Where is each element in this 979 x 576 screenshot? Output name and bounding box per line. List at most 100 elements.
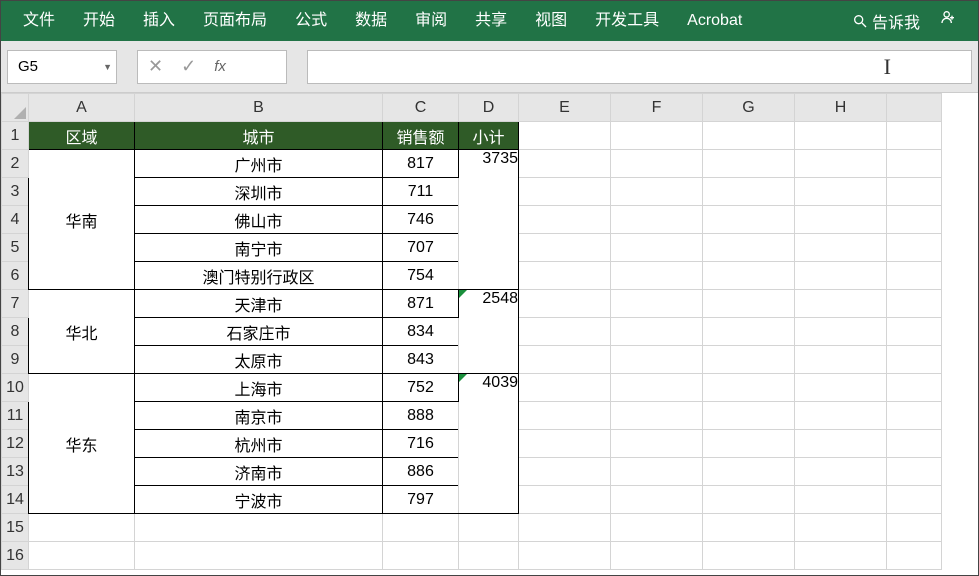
- cell-E13[interactable]: [519, 458, 611, 486]
- cell-B2[interactable]: 广州市: [135, 150, 383, 178]
- cell-G12[interactable]: [703, 430, 795, 458]
- cell-C5[interactable]: 707: [383, 234, 459, 262]
- col-header-F[interactable]: F: [611, 94, 703, 122]
- row-header-3[interactable]: 3: [2, 178, 29, 206]
- cell-E16[interactable]: [519, 542, 611, 570]
- cell-H6[interactable]: [795, 262, 887, 290]
- col-header-H[interactable]: H: [795, 94, 887, 122]
- cell-I9[interactable]: [887, 346, 942, 374]
- cell-H9[interactable]: [795, 346, 887, 374]
- cell-F4[interactable]: [611, 206, 703, 234]
- row-header-13[interactable]: 13: [2, 458, 29, 486]
- cell-I15[interactable]: [887, 514, 942, 542]
- col-header-B[interactable]: B: [135, 94, 383, 122]
- cell-E5[interactable]: [519, 234, 611, 262]
- row-header-12[interactable]: 12: [2, 430, 29, 458]
- cell-G2[interactable]: [703, 150, 795, 178]
- cell-E8[interactable]: [519, 318, 611, 346]
- row-header-5[interactable]: 5: [2, 234, 29, 262]
- cell-H5[interactable]: [795, 234, 887, 262]
- tab-share[interactable]: 共享: [461, 1, 521, 41]
- cell-I5[interactable]: [887, 234, 942, 262]
- row-header-8[interactable]: 8: [2, 318, 29, 346]
- col-header-A[interactable]: A: [29, 94, 135, 122]
- cell-A10[interactable]: 华东: [29, 374, 135, 514]
- row-header-6[interactable]: 6: [2, 262, 29, 290]
- tab-devtools[interactable]: 开发工具: [581, 1, 673, 41]
- cell-G10[interactable]: [703, 374, 795, 402]
- row-header-1[interactable]: 1: [2, 122, 29, 150]
- tab-file[interactable]: 文件: [9, 1, 69, 41]
- cell-E6[interactable]: [519, 262, 611, 290]
- cell-H8[interactable]: [795, 318, 887, 346]
- cell-D2[interactable]: 3735: [459, 150, 519, 290]
- cell-F6[interactable]: [611, 262, 703, 290]
- tab-layout[interactable]: 页面布局: [189, 1, 281, 41]
- cell-G9[interactable]: [703, 346, 795, 374]
- cell-G4[interactable]: [703, 206, 795, 234]
- cell-F13[interactable]: [611, 458, 703, 486]
- cell-B7[interactable]: 天津市: [135, 290, 383, 318]
- cell-F2[interactable]: [611, 150, 703, 178]
- cell-B11[interactable]: 南京市: [135, 402, 383, 430]
- cell-B12[interactable]: 杭州市: [135, 430, 383, 458]
- cell-C16[interactable]: [383, 542, 459, 570]
- cell-B1[interactable]: 城市: [135, 122, 383, 150]
- tell-me-search[interactable]: 告诉我: [846, 9, 926, 33]
- cell-A1[interactable]: 区域: [29, 122, 135, 150]
- tab-review[interactable]: 审阅: [401, 1, 461, 41]
- cell-C7[interactable]: 871: [383, 290, 459, 318]
- cell-H10[interactable]: [795, 374, 887, 402]
- cell-G16[interactable]: [703, 542, 795, 570]
- tab-formula[interactable]: 公式: [281, 1, 341, 41]
- row-header-14[interactable]: 14: [2, 486, 29, 514]
- cell-H16[interactable]: [795, 542, 887, 570]
- cell-E9[interactable]: [519, 346, 611, 374]
- cell-C8[interactable]: 834: [383, 318, 459, 346]
- cell-I8[interactable]: [887, 318, 942, 346]
- cell-B5[interactable]: 南宁市: [135, 234, 383, 262]
- cell-G15[interactable]: [703, 514, 795, 542]
- cell-D16[interactable]: [459, 542, 519, 570]
- cell-F8[interactable]: [611, 318, 703, 346]
- cell-E14[interactable]: [519, 486, 611, 514]
- col-header-C[interactable]: C: [383, 94, 459, 122]
- row-header-4[interactable]: 4: [2, 206, 29, 234]
- cell-C15[interactable]: [383, 514, 459, 542]
- name-box[interactable]: G5 ▼: [7, 50, 117, 84]
- cell-F7[interactable]: [611, 290, 703, 318]
- cell-I2[interactable]: [887, 150, 942, 178]
- cell-I3[interactable]: [887, 178, 942, 206]
- dropdown-icon[interactable]: ▼: [103, 62, 112, 72]
- cell-G11[interactable]: [703, 402, 795, 430]
- cell-C13[interactable]: 886: [383, 458, 459, 486]
- cancel-button[interactable]: ✕: [148, 56, 163, 77]
- cell-B15[interactable]: [135, 514, 383, 542]
- cell-B14[interactable]: 宁波市: [135, 486, 383, 514]
- cell-G8[interactable]: [703, 318, 795, 346]
- cell-B16[interactable]: [135, 542, 383, 570]
- cell-F9[interactable]: [611, 346, 703, 374]
- col-header-E[interactable]: E: [519, 94, 611, 122]
- cell-I10[interactable]: [887, 374, 942, 402]
- tab-data[interactable]: 数据: [341, 1, 401, 41]
- cell-E15[interactable]: [519, 514, 611, 542]
- cell-I12[interactable]: [887, 430, 942, 458]
- cell-C3[interactable]: 711: [383, 178, 459, 206]
- cell-B6[interactable]: 澳门特别行政区: [135, 262, 383, 290]
- cell-I13[interactable]: [887, 458, 942, 486]
- cell-C6[interactable]: 754: [383, 262, 459, 290]
- cell-I1[interactable]: [887, 122, 942, 150]
- cell-C4[interactable]: 746: [383, 206, 459, 234]
- cell-I6[interactable]: [887, 262, 942, 290]
- cell-E2[interactable]: [519, 150, 611, 178]
- cell-I16[interactable]: [887, 542, 942, 570]
- cell-D10[interactable]: 4039: [459, 374, 519, 514]
- cell-D1[interactable]: 小计: [459, 122, 519, 150]
- cell-C11[interactable]: 888: [383, 402, 459, 430]
- tab-insert[interactable]: 插入: [129, 1, 189, 41]
- cell-C2[interactable]: 817: [383, 150, 459, 178]
- cell-A2[interactable]: 华南: [29, 150, 135, 290]
- cell-E4[interactable]: [519, 206, 611, 234]
- cell-G13[interactable]: [703, 458, 795, 486]
